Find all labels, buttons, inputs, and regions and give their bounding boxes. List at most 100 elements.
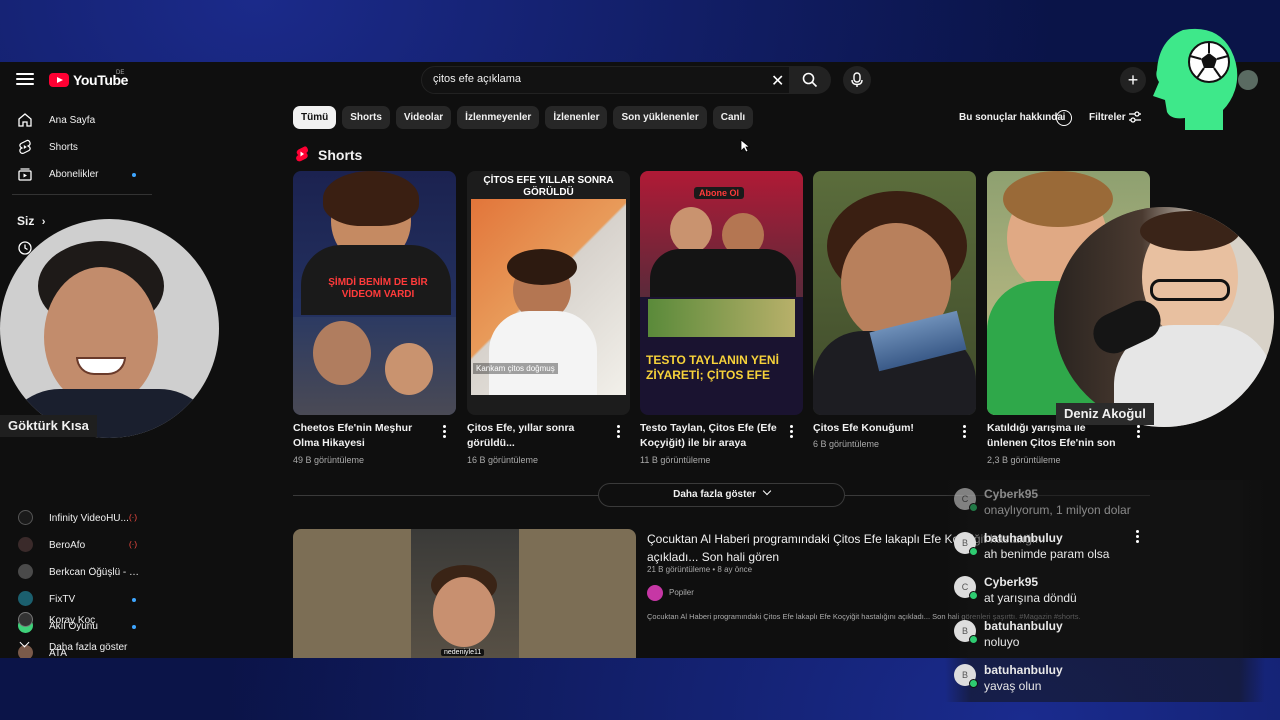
short-card[interactable]: ÇİTOS EFE YILLAR SONRA GÖRÜLDÜ Kankam çi…: [467, 171, 630, 465]
new-content-dot: [132, 598, 136, 602]
close-icon[interactable]: ✕: [771, 71, 784, 91]
glasses-icon: [1150, 279, 1230, 301]
video-thumbnail[interactable]: nedeniyle11: [293, 529, 636, 658]
country-code: DE: [116, 70, 125, 76]
video-views: 21 B görüntüleme: [647, 565, 711, 574]
filters-icon[interactable]: [1128, 110, 1142, 124]
shorts-icon: [19, 139, 31, 154]
chip-live[interactable]: Canlı: [712, 106, 754, 129]
voice-search-button[interactable]: [843, 66, 871, 94]
brain-logo-icon: [1143, 26, 1243, 132]
subscribe-badge: Abone Ol: [694, 187, 744, 199]
search-input[interactable]: [433, 73, 753, 85]
more-options-icon[interactable]: [786, 425, 796, 441]
sidebar-you-heading[interactable]: Siz ›: [17, 214, 45, 228]
chip-recently-uploaded[interactable]: Son yüklenenler: [613, 106, 707, 129]
sidebar-item-subscription[interactable]: Infinity VideoHU... (·): [0, 506, 156, 532]
thumbnail-caption: nedeniyle11: [441, 649, 485, 656]
chip-videos[interactable]: Videolar: [395, 106, 452, 129]
sidebar-item-subscription[interactable]: Koray Koç: [0, 608, 156, 634]
chip-all[interactable]: Tümü: [293, 106, 337, 129]
short-thumbnail[interactable]: ŞİMDİ BENİM DE BİR VİDEOM VARDI: [293, 171, 456, 415]
chat-avatar: C: [954, 576, 978, 600]
search-button[interactable]: [789, 66, 831, 94]
divider: [293, 495, 598, 496]
chat-text: onaylıyorum, 1 milyon dolar: [984, 503, 1131, 517]
sidebar-show-more[interactable]: Daha fazla göster: [0, 635, 156, 658]
short-thumbnail[interactable]: [813, 171, 976, 415]
show-more-label: Daha fazla göster: [673, 489, 756, 500]
chip-shorts[interactable]: Shorts: [342, 106, 390, 129]
channel-avatar: [18, 612, 33, 627]
short-card[interactable]: Çitos Efe Konuğum! 6 B görüntüleme: [813, 171, 976, 449]
channel-avatar: [18, 510, 33, 525]
channel-name[interactable]: Popiler: [669, 588, 694, 597]
chat-username: Cyberk95: [984, 575, 1039, 589]
short-views: 49 B görüntüleme: [293, 455, 365, 465]
top-bar: YouTube DE ✕ +: [0, 62, 1280, 100]
sidebar-item-subscription[interactable]: BeroAfo (·): [0, 533, 156, 559]
thumbnail-person: [385, 343, 433, 395]
sidebar-item-subscription[interactable]: Berkcan Öğüşlü - M...: [0, 560, 156, 586]
sidebar-item-subscriptions[interactable]: Abonelikler: [0, 162, 156, 188]
menu-icon[interactable]: [16, 70, 34, 88]
sidebar-item-label: BeroAfo: [49, 540, 86, 551]
chat-avatar: B: [954, 532, 978, 556]
chat-username: Cyberk95: [984, 487, 1039, 501]
member-badge-icon: [969, 591, 978, 600]
thumbnail-overlay-text: TESTO TAYLANIN YENİ ZİYARETİ; ÇİTOS EFE: [646, 353, 779, 382]
webcam-left: [0, 219, 219, 438]
more-options-icon[interactable]: [959, 425, 969, 441]
thumbnail-caption: Kankam çitos doğmuş: [473, 363, 558, 374]
search-box[interactable]: ✕: [421, 66, 791, 94]
new-content-dot: [132, 173, 136, 177]
streamer-name-left: Göktürk Kısa: [0, 415, 97, 437]
thumbnail-overlay-text: ÇİTOS EFE YILLAR SONRA GÖRÜLDÜ: [483, 175, 614, 198]
channel-avatar[interactable]: [647, 585, 663, 601]
short-thumbnail[interactable]: Abone Ol TESTO TAYLANIN YENİ ZİYARETİ; Ç…: [640, 171, 803, 415]
short-title[interactable]: Testo Taylan, Çitos Efe (Efe Koçyiğit) i…: [640, 421, 780, 451]
chevron-right-icon: ›: [41, 216, 46, 228]
short-card[interactable]: Abone Ol TESTO TAYLANIN YENİ ZİYARETİ; Ç…: [640, 171, 803, 465]
about-results-link[interactable]: Bu sonuçlar hakkında: [959, 112, 1063, 123]
more-options-icon[interactable]: [613, 425, 623, 441]
mouse-cursor-icon: [740, 139, 750, 153]
you-label: Siz: [17, 214, 35, 228]
chat-message: B batuhanbuluy yavaş olun: [948, 658, 1268, 702]
sidebar-item-label: Infinity VideoHU...: [49, 513, 129, 524]
thumbnail-person-hair: [507, 249, 577, 285]
short-title[interactable]: Cheetos Efe'nin Meşhur Olma Hikayesi: [293, 421, 433, 451]
show-more-shorts-button[interactable]: Daha fazla göster: [598, 483, 845, 507]
live-icon: (·): [129, 513, 137, 522]
subscriptions-icon: [18, 168, 32, 181]
youtube-play-icon: [49, 73, 69, 87]
member-badge-icon: [969, 679, 978, 688]
info-icon[interactable]: i: [1056, 110, 1072, 126]
short-views: 11 B görüntüleme: [640, 455, 711, 465]
thumbnail-mid-scene: [648, 299, 795, 337]
more-options-icon[interactable]: [1133, 425, 1143, 441]
chat-message: C Cyberk95 onaylıyorum, 1 milyon dolar: [948, 482, 1268, 526]
channel-avatar: [18, 537, 33, 552]
short-title[interactable]: Çitos Efe, yıllar sonra görüldü...: [467, 421, 607, 451]
chip-unwatched[interactable]: İzlenmeyenler: [457, 106, 540, 129]
sidebar-item-shorts[interactable]: Shorts: [0, 135, 156, 161]
channel-avatar: [18, 564, 33, 579]
filter-chips: Tümü Shorts Videolar İzlenmeyenler İzlen…: [293, 106, 754, 129]
sidebar-item-label: Berkcan Öğüşlü - M...: [49, 567, 141, 578]
member-badge-icon: [969, 503, 978, 512]
webcam-person-hair: [1140, 211, 1240, 251]
search-icon: [802, 72, 818, 88]
short-card[interactable]: ŞİMDİ BENİM DE BİR VİDEOM VARDI Cheetos …: [293, 171, 456, 465]
video-meta: 21 B görüntüleme • 8 ay önce: [647, 565, 752, 574]
more-options-icon[interactable]: [439, 425, 449, 441]
short-thumbnail[interactable]: ÇİTOS EFE YILLAR SONRA GÖRÜLDÜ Kankam çi…: [467, 171, 630, 415]
filters-button[interactable]: Filtreler: [1089, 112, 1126, 123]
sidebar-item-home[interactable]: Ana Sayfa: [0, 108, 156, 134]
chip-watched[interactable]: İzlenenler: [545, 106, 608, 129]
video-age: 8 ay önce: [717, 565, 753, 574]
webcam-right: [1054, 207, 1274, 427]
shorts-section-title: Shorts: [318, 147, 363, 163]
chat-text: yavaş olun: [984, 679, 1042, 693]
more-options-icon[interactable]: [1133, 530, 1141, 544]
